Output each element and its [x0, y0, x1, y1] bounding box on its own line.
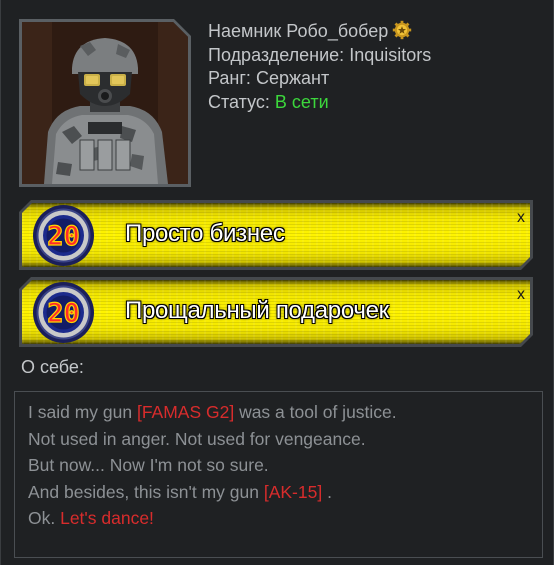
- weapon-link[interactable]: [AK-15]: [264, 482, 322, 502]
- level-badge-icon: 20: [33, 282, 94, 343]
- player-name-row: Наемник Робо_бобер: [208, 20, 431, 44]
- close-icon[interactable]: x: [517, 210, 525, 226]
- achievement-banner: 20 Просто бизнес x: [19, 200, 533, 270]
- player-name: Наемник Робо_бобер: [208, 21, 389, 41]
- about-line: Ok. Let's dance!: [28, 505, 542, 532]
- achievement-banner: 20 Прощальный подарочек x: [19, 277, 533, 347]
- about-text-box: I said my gun [FAMAS G2] was a tool of j…: [14, 391, 543, 558]
- division-value: Inquisitors: [349, 44, 432, 65]
- about-text: Ok.: [28, 508, 61, 528]
- level-badge-icon: 20: [33, 205, 94, 266]
- division-label: Подразделение:: [208, 44, 345, 65]
- about-text: I said my gun: [28, 402, 137, 422]
- status-value: В сети: [274, 91, 329, 112]
- avatar: [19, 19, 191, 187]
- status-row: Статус: В сети: [208, 91, 431, 115]
- about-line: And besides, this isn't my gun [AK-15] .: [28, 479, 542, 506]
- achievement-title: Прощальный подарочек: [125, 297, 389, 324]
- highlight-text: Let's dance!: [60, 508, 154, 528]
- division-row: Подразделение: Inquisitors: [208, 44, 431, 68]
- badge-number: 20: [47, 221, 80, 252]
- rank-label: Ранг:: [208, 68, 251, 88]
- profile-panel: Наемник Робо_бобер Подразделение: Inquis…: [0, 0, 554, 565]
- avatar-image: [22, 22, 188, 184]
- about-text: was a tool of justice.: [234, 402, 397, 422]
- rank-row: Ранг: Сержант: [208, 67, 431, 91]
- about-label: О себе:: [21, 357, 84, 377]
- about-line: I said my gun [FAMAS G2] was a tool of j…: [28, 399, 542, 426]
- about-line: But now... Now I'm not so sure.: [28, 455, 269, 475]
- status-label: Статус:: [208, 91, 270, 112]
- close-icon[interactable]: x: [517, 287, 525, 303]
- rank-value: Сержант: [255, 68, 330, 88]
- weapon-link[interactable]: [FAMAS G2]: [137, 402, 234, 422]
- badge-number: 20: [47, 298, 80, 329]
- about-line: Not used in anger. Not used for vengeanc…: [28, 428, 366, 449]
- about-text: And besides, this isn't my gun: [28, 481, 264, 502]
- achievement-title: Просто бизнес: [125, 220, 285, 247]
- profile-info: Наемник Робо_бобер Подразделение: Inquis…: [208, 20, 431, 114]
- gold-rank-gear-icon: [393, 20, 412, 40]
- about-text: .: [322, 481, 332, 502]
